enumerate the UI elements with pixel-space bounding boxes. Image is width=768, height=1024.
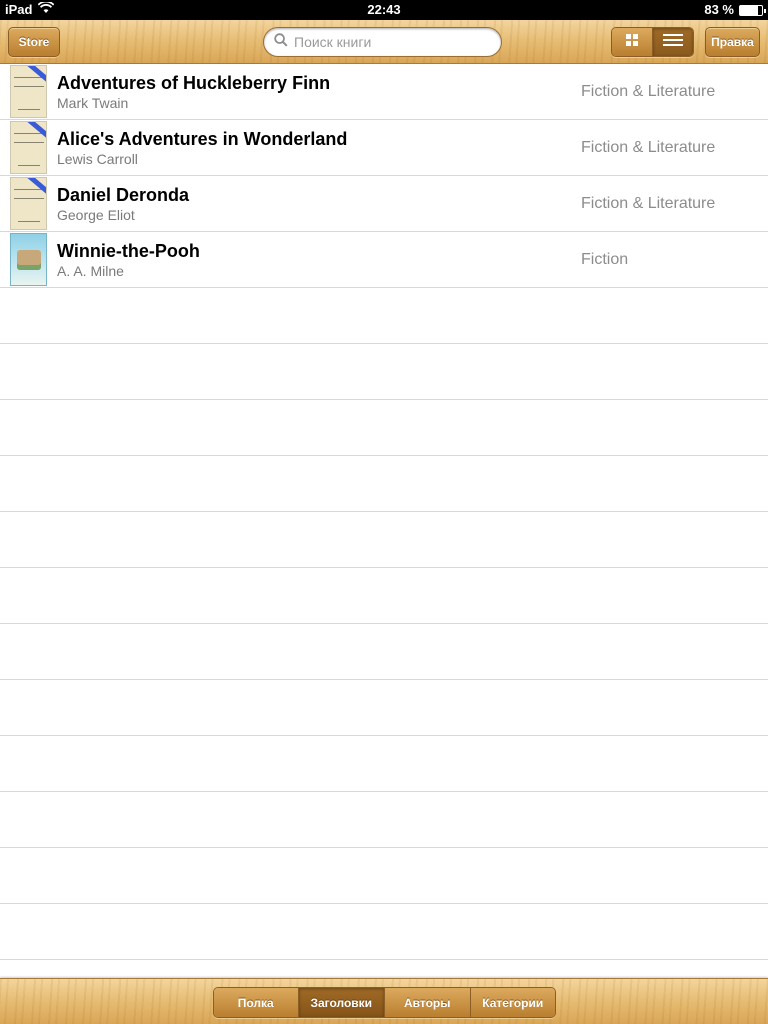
empty-row [0,904,768,960]
book-author: George Eliot [57,207,135,223]
book-category: Fiction & Literature [581,195,716,212]
empty-row [0,680,768,736]
book-cover-icon [10,65,47,118]
list-view-icon [663,33,683,51]
book-title: Alice's Adventures in Wonderland [57,129,348,149]
sort-segmented-control: Полка Заголовки Авторы Категории [213,987,556,1018]
empty-row [0,288,768,344]
book-row[interactable]: Adventures of Huckleberry Finn Mark Twai… [0,64,768,120]
book-row[interactable]: Alice's Adventures in Wonderland Lewis C… [0,120,768,176]
empty-row [0,568,768,624]
battery-icon [739,4,766,16]
book-author: Mark Twain [57,95,129,111]
status-right: 83 % [704,2,766,17]
tab-categories[interactable]: Категории [469,988,555,1017]
empty-row [0,792,768,848]
book-title: Winnie-the-Pooh [57,241,200,261]
top-toolbar: Store Поиск книги Правка [0,20,768,64]
book-row[interactable]: Winnie-the-Pooh A. A. Milne Fiction [0,232,768,288]
tab-shelf[interactable]: Полка [214,988,298,1017]
empty-row [0,848,768,904]
list-view-button[interactable] [652,28,693,56]
grid-view-icon [625,33,639,52]
status-bar: iPad 22:43 83 % [0,0,768,20]
battery-fill [740,5,759,15]
book-author: A. A. Milne [57,263,124,279]
tab-authors[interactable]: Авторы [384,988,470,1017]
empty-row [0,512,768,568]
book-category: Fiction & Literature [581,139,716,156]
search-field[interactable] [263,27,502,57]
battery-percent: 83 % [704,2,734,17]
bottom-toolbar: Полка Заголовки Авторы Категории [0,978,768,1024]
status-time: 22:43 [367,2,401,17]
empty-row [0,624,768,680]
book-cover-icon [10,177,47,230]
empty-row [0,400,768,456]
empty-row [0,344,768,400]
edit-button[interactable]: Правка [705,27,760,57]
book-list: Adventures of Huckleberry Finn Mark Twai… [0,64,768,960]
search-input[interactable] [294,34,484,50]
book-cover-icon [10,121,47,174]
tab-titles[interactable]: Заголовки [297,988,384,1017]
book-category: Fiction [581,251,629,268]
book-title: Daniel Deronda [57,185,190,205]
empty-row [0,736,768,792]
store-button[interactable]: Store [8,27,60,57]
book-title: Adventures of Huckleberry Finn [57,73,331,93]
book-row[interactable]: Daniel Deronda George Eliot Fiction & Li… [0,176,768,232]
book-category: Fiction & Literature [581,83,716,100]
book-author: Lewis Carroll [57,151,138,167]
search-icon [274,32,288,52]
book-cover-icon [10,233,47,286]
empty-row [0,456,768,512]
view-mode-toggle [611,27,694,57]
grid-view-button[interactable] [612,28,652,56]
